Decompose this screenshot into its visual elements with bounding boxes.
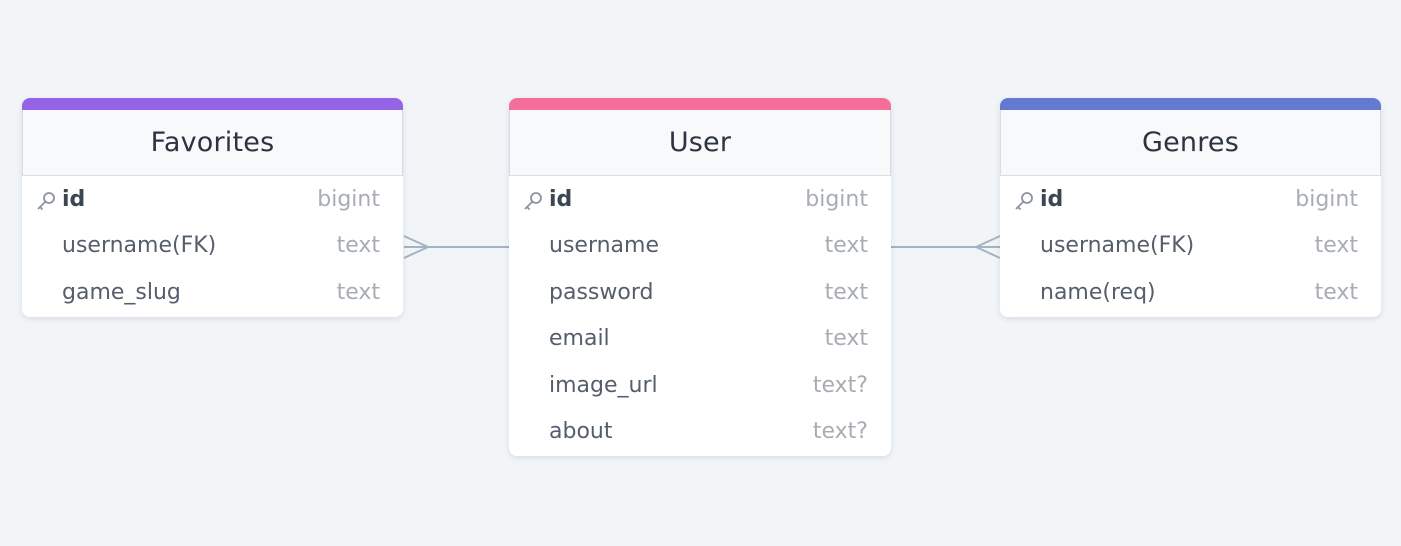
crowfoot-genres-lower <box>975 246 1001 259</box>
field-type: text <box>1314 279 1358 305</box>
key-icon <box>35 190 57 212</box>
field-name: password <box>549 279 654 305</box>
table-favorites-color-bar <box>22 98 403 110</box>
field-row[interactable]: id bigint <box>22 176 403 223</box>
field-name: id <box>549 186 573 212</box>
field-name: about <box>549 419 613 445</box>
field-type: text <box>824 279 868 305</box>
relation-favorites-user[interactable] <box>403 235 509 259</box>
field-type: text <box>824 326 868 352</box>
table-user-title: User <box>509 110 891 176</box>
table-genres-title: Genres <box>1000 110 1381 176</box>
table-favorites[interactable]: Favorites id bigint username(FK) text ga… <box>22 98 403 317</box>
field-row[interactable]: username(FK) text <box>1000 223 1381 270</box>
field-row[interactable]: email text <box>509 316 891 363</box>
field-name: username(FK) <box>1040 233 1195 259</box>
field-type: text? <box>812 419 868 445</box>
crowfoot-genres-upper <box>975 235 1001 248</box>
field-name: username <box>549 233 659 259</box>
field-type: bigint <box>317 186 380 212</box>
table-genres-color-bar <box>1000 98 1381 110</box>
field-type: text? <box>812 372 868 398</box>
field-name: game_slug <box>62 279 181 305</box>
field-row[interactable]: game_slug text <box>22 269 403 316</box>
key-icon <box>1013 190 1035 212</box>
field-type: bigint <box>1295 186 1358 212</box>
field-row[interactable]: username(FK) text <box>22 223 403 270</box>
field-row[interactable]: id bigint <box>1000 176 1381 223</box>
field-row[interactable]: id bigint <box>509 176 891 223</box>
table-user-color-bar <box>509 98 891 110</box>
field-name: image_url <box>549 372 658 398</box>
table-genres[interactable]: Genres id bigint username(FK) text name(… <box>1000 98 1381 317</box>
field-name: name(req) <box>1040 279 1156 305</box>
table-favorites-title: Favorites <box>22 110 403 176</box>
field-row[interactable]: password text <box>509 269 891 316</box>
key-icon <box>522 190 544 212</box>
relation-user-genres[interactable] <box>891 235 1001 259</box>
table-favorites-fields: id bigint username(FK) text game_slug te… <box>22 176 403 316</box>
table-user[interactable]: User id bigint username text password te… <box>509 98 891 456</box>
table-user-fields: id bigint username text password text em… <box>509 176 891 455</box>
crowfoot-favorites-lower <box>403 246 429 259</box>
field-type: bigint <box>805 186 868 212</box>
field-row[interactable]: name(req) text <box>1000 269 1381 316</box>
field-name: id <box>62 186 86 212</box>
field-name: email <box>549 326 610 352</box>
field-type: text <box>1314 233 1358 259</box>
field-type: text <box>336 233 380 259</box>
er-diagram-canvas: Favorites id bigint username(FK) text ga… <box>0 0 1401 546</box>
field-name: id <box>1040 186 1064 212</box>
field-row[interactable]: username text <box>509 223 891 270</box>
field-type: text <box>824 233 868 259</box>
table-genres-fields: id bigint username(FK) text name(req) te… <box>1000 176 1381 316</box>
field-name: username(FK) <box>62 233 217 259</box>
field-type: text <box>336 279 380 305</box>
field-row[interactable]: image_url text? <box>509 362 891 409</box>
crowfoot-favorites-upper <box>403 235 429 248</box>
field-row[interactable]: about text? <box>509 409 891 456</box>
